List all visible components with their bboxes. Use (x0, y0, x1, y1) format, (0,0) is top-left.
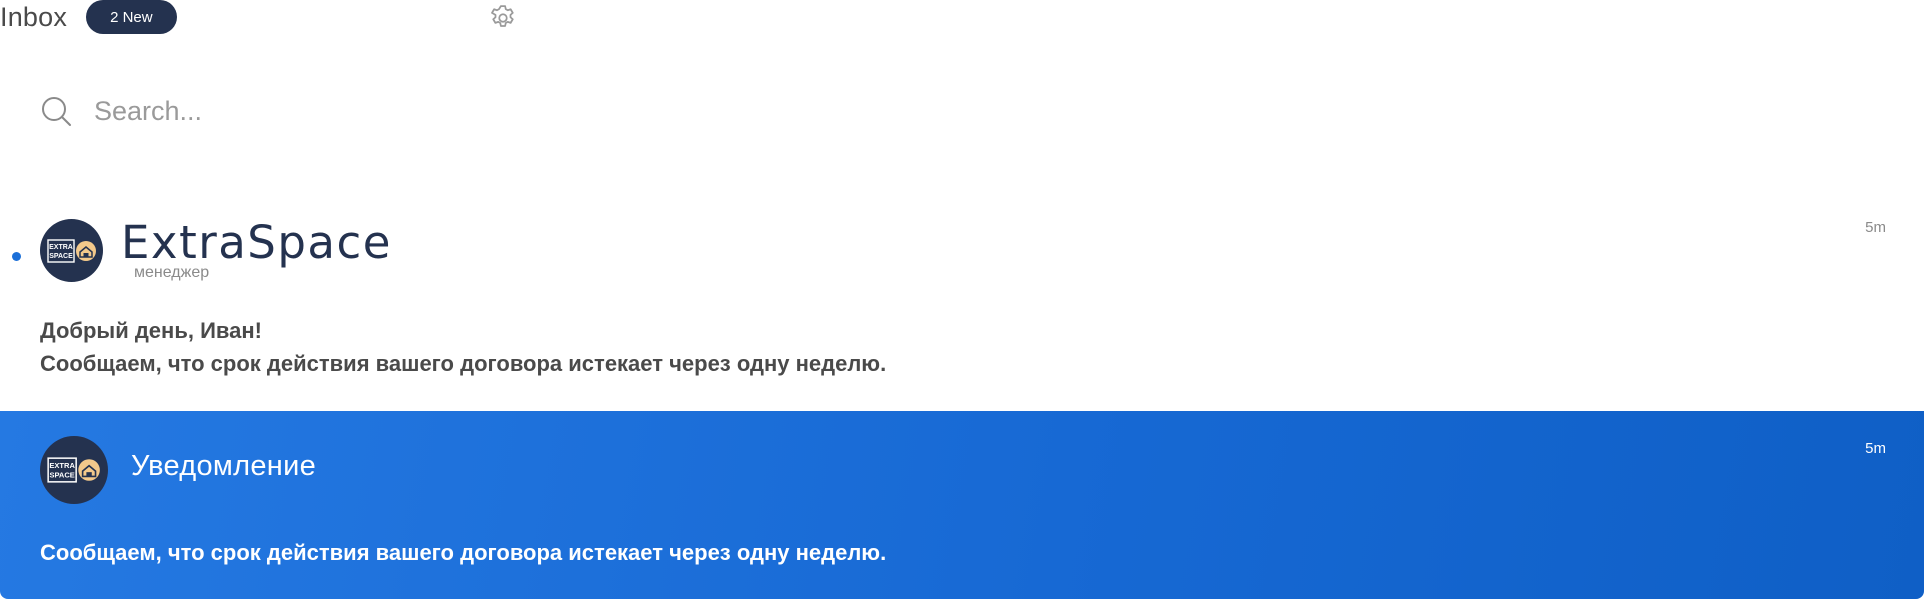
message-text: Сообщаем, что срок действия вашего догов… (40, 540, 887, 565)
message-time: 5m (1865, 440, 1886, 457)
avatar-text-1: EXTRA (49, 244, 73, 251)
inbox-header: Inbox 2 New (0, 0, 560, 34)
message-item[interactable]: EXTRA SPACE ExtraSpace менеджер 5m Добры… (0, 205, 1924, 411)
inbox-page: Inbox 2 New EXTRA SPACE (0, 0, 1924, 599)
avatar-text-1: EXTRA (49, 461, 75, 470)
message-title: Уведомление (131, 450, 317, 482)
unread-indicator (12, 252, 21, 261)
search-icon (40, 95, 72, 127)
message-text: Сообщаем, что срок действия вашего догов… (40, 351, 887, 376)
sender-role: менеджер (134, 264, 210, 281)
avatar-text-2: SPACE (49, 253, 73, 260)
new-count-badge: 2 New (86, 0, 177, 34)
avatar: EXTRA SPACE (40, 436, 108, 504)
message-time: 5m (1865, 219, 1886, 236)
avatar: EXTRA SPACE (40, 219, 103, 282)
message-item-selected[interactable]: EXTRA SPACE Уведомление 5m Сообщаем, что… (0, 411, 1924, 599)
search-bar (40, 92, 640, 130)
gear-icon[interactable] (487, 2, 518, 33)
message-greeting: Добрый день, Иван! (40, 318, 262, 343)
sender-logo: ExtraSpace (121, 216, 392, 269)
search-input[interactable] (94, 95, 594, 127)
page-title: Inbox (0, 1, 68, 32)
avatar-text-2: SPACE (49, 471, 74, 480)
